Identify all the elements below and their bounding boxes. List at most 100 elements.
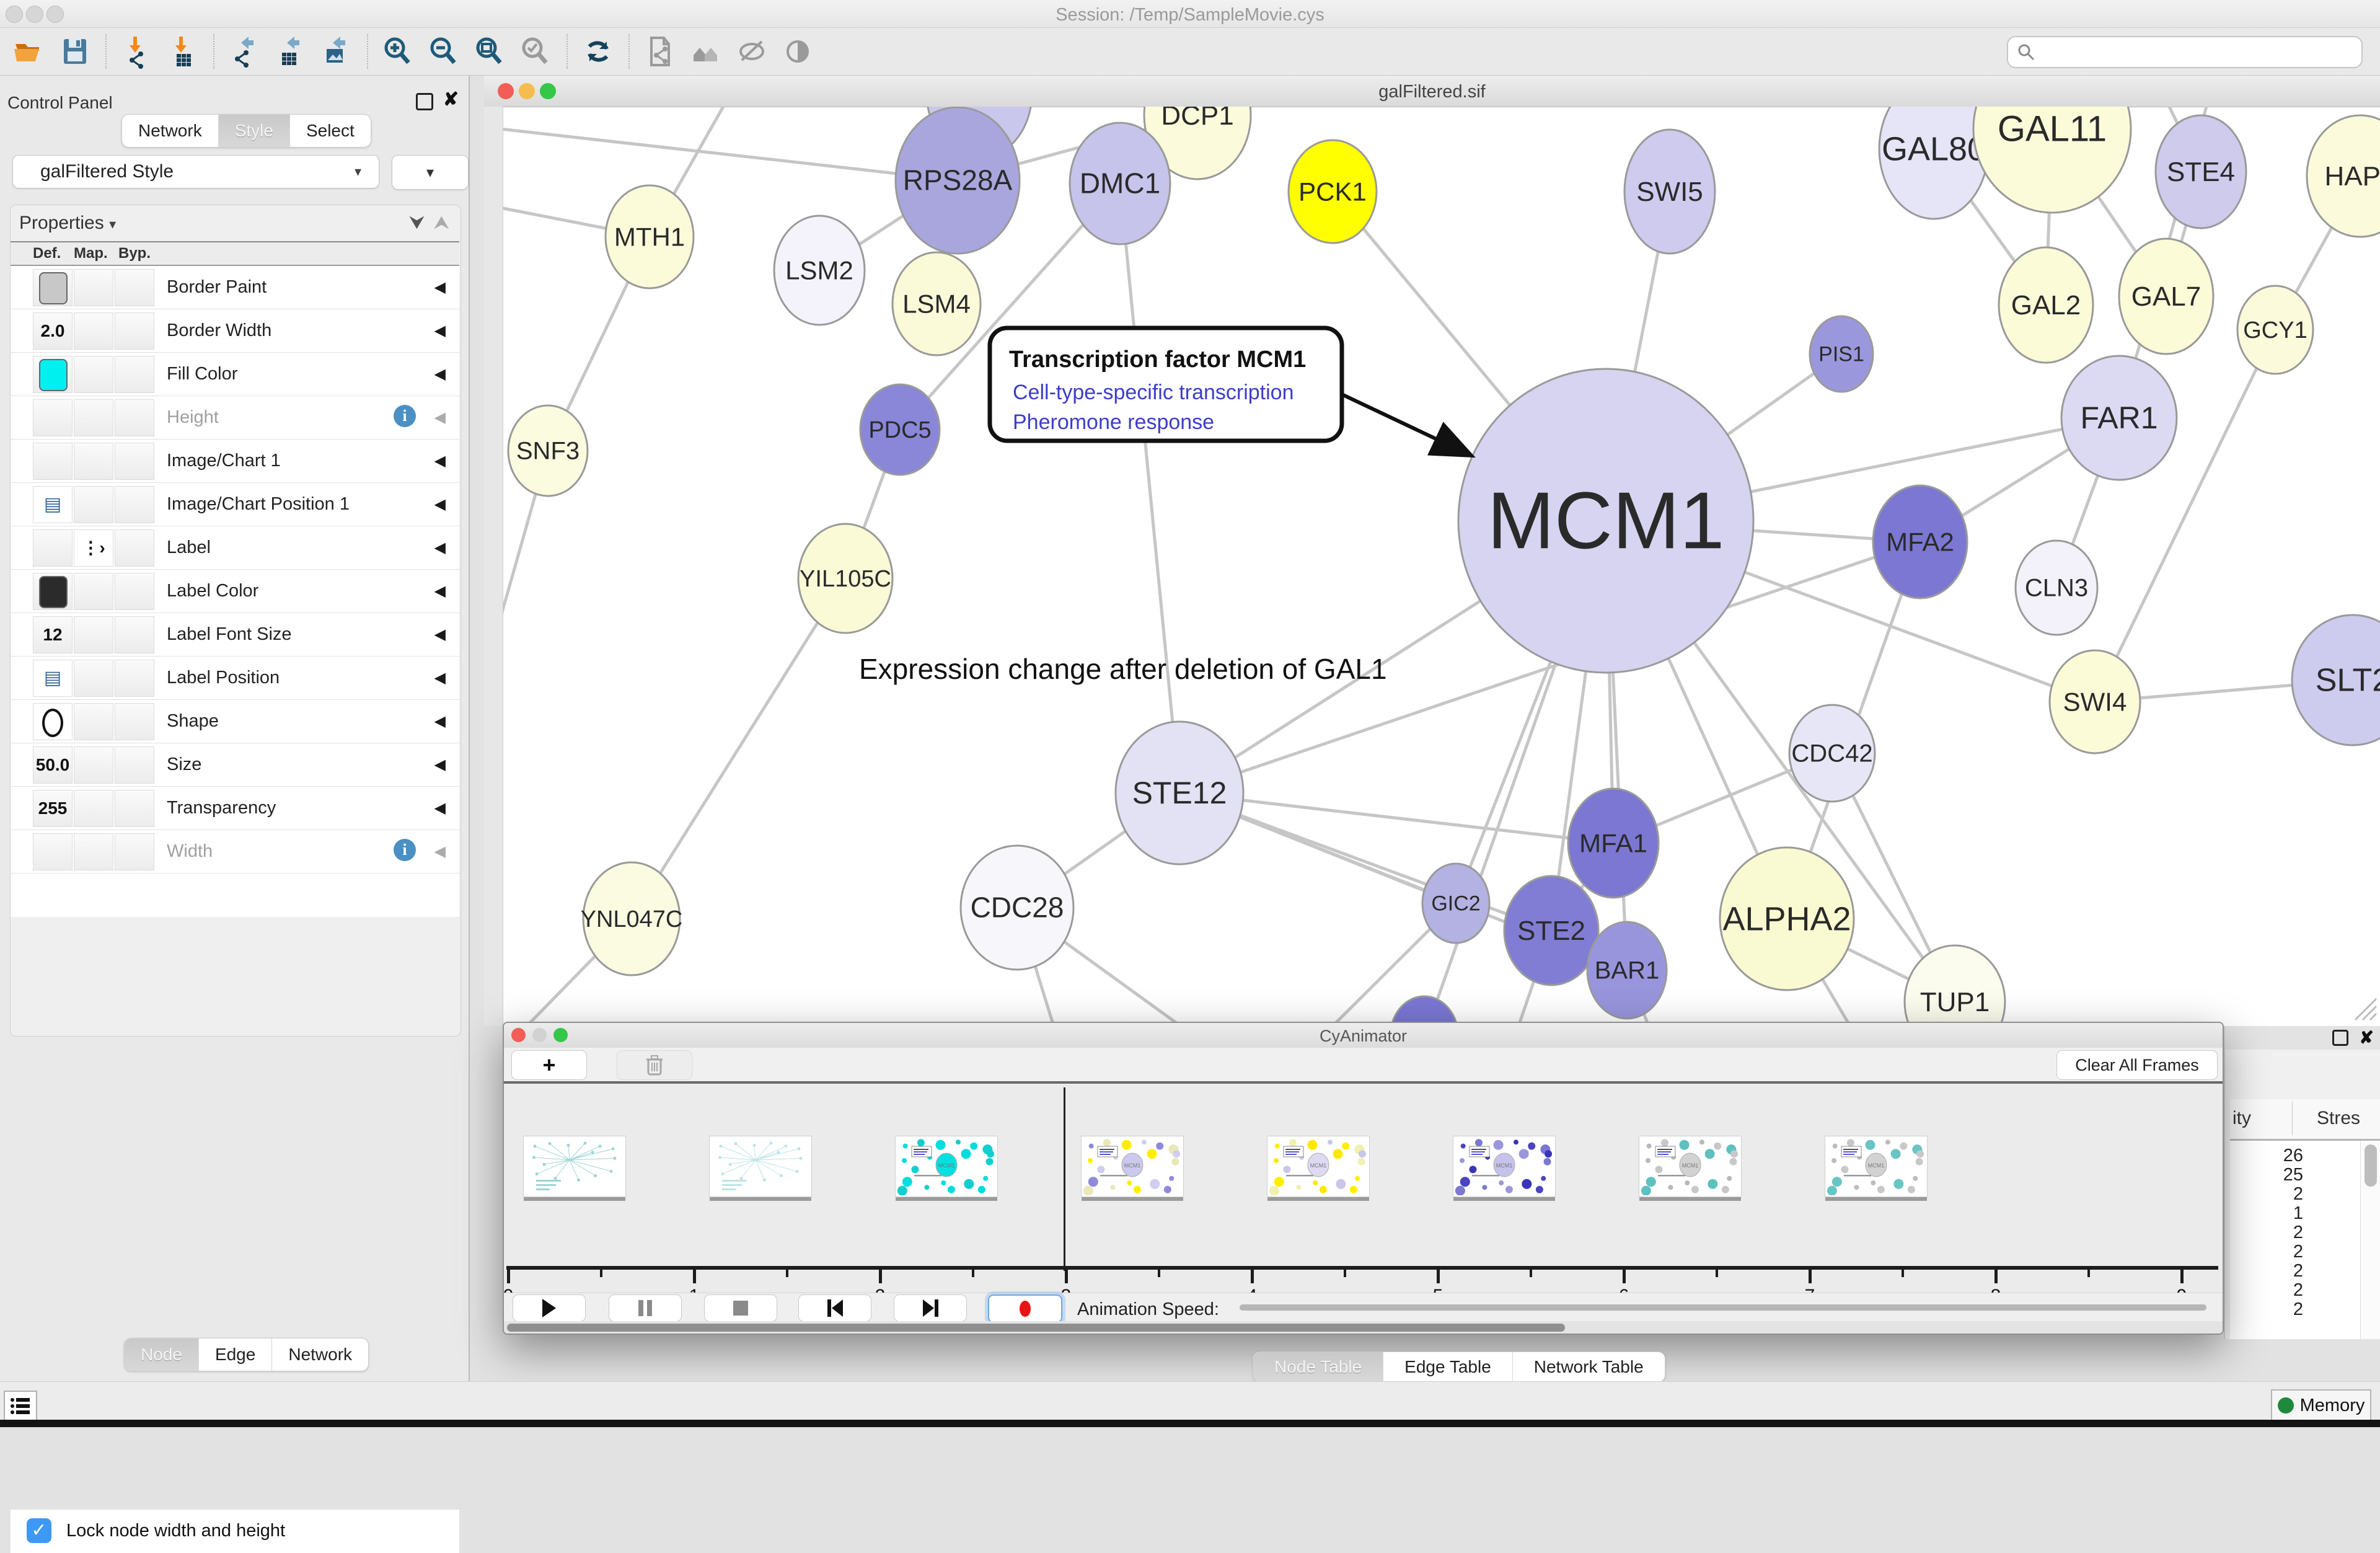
property-row-label[interactable]: ⋮›Label◀ [11, 526, 459, 570]
table-cell[interactable]: 2 [2229, 1223, 2303, 1243]
memory-button[interactable]: Memory [2271, 1389, 2371, 1422]
frame-thumbnail-3[interactable]: MCM1 [1081, 1136, 1184, 1197]
network-node-mcm1[interactable]: MCM1 [1458, 369, 1753, 673]
export-network-button[interactable] [226, 33, 263, 70]
network-node-ste2[interactable]: STE2 [1504, 876, 1598, 985]
network-node-swi4[interactable]: SWI4 [2050, 650, 2140, 753]
stop-button[interactable] [704, 1294, 777, 1322]
timeline-playhead[interactable] [1064, 1087, 1065, 1271]
tab-edge-table[interactable]: Edge Table [1383, 1352, 1513, 1382]
frame-thumbnail-6[interactable]: MCM1 [1639, 1136, 1742, 1197]
frame-thumbnail-5[interactable]: MCM1 [1453, 1136, 1556, 1197]
tab-node-table[interactable]: Node Table [1253, 1352, 1383, 1382]
table-scrollbar[interactable] [2360, 1141, 2380, 1339]
property-row-image-chart-position-1[interactable]: ▤Image/Chart Position 1◀ [11, 483, 459, 526]
animation-speed-slider[interactable] [1240, 1304, 2206, 1311]
lock-node-size-checkbox[interactable]: ✓ [27, 1518, 51, 1543]
network-node-cdc42[interactable]: CDC42 [1789, 705, 1875, 802]
network-node-gic2[interactable]: GIC2 [1422, 864, 1489, 943]
table-cell[interactable]: 2 [2229, 1184, 2303, 1205]
network-node-pck1[interactable]: PCK1 [1289, 140, 1377, 243]
tab-network-table[interactable]: Network Table [1513, 1352, 1665, 1382]
network-node-rps28a[interactable]: RPS28A [896, 107, 1020, 254]
network-node-gal11[interactable]: GAL11 [1973, 107, 2131, 213]
scrollbar-thumb[interactable] [507, 1324, 1565, 1332]
network-node-hap2[interactable]: HAP2 [2307, 115, 2380, 237]
search-input[interactable] [2035, 42, 2335, 63]
export-image-button[interactable] [318, 33, 355, 70]
task-history-button[interactable] [4, 1391, 37, 1422]
network-node-swi5[interactable]: SWI5 [1624, 130, 1715, 254]
tab-network[interactable]: Network [122, 115, 219, 147]
property-row-label-color[interactable]: Label Color◀ [11, 570, 459, 613]
network-canvas[interactable]: RPS28BDCP1RPS28ADMC1PCK1MTH1LSM2LSM4SNF3… [503, 107, 2380, 1026]
network-node-pis1[interactable]: PIS1 [1810, 316, 1873, 392]
info-icon[interactable]: i [394, 839, 416, 861]
import-network-button[interactable] [118, 33, 156, 70]
table-cell[interactable]: 26 [2229, 1146, 2303, 1166]
float-panel-icon[interactable] [416, 93, 433, 110]
tab-edge[interactable]: Edge [199, 1338, 272, 1371]
network-node-lsm4[interactable]: LSM4 [892, 252, 981, 355]
frames-timeline[interactable]: MCM1MCM1MCM1MCM1MCM1MCM1 0123456789 Seco… [504, 1084, 2223, 1293]
network-node-mth1[interactable]: MTH1 [606, 185, 694, 288]
tab-select[interactable]: Select [290, 115, 371, 147]
property-row-border-paint[interactable]: Border Paint◀ [11, 266, 459, 309]
close-table-icon[interactable]: ✘ [2360, 1032, 2374, 1044]
import-table-button[interactable] [164, 33, 201, 70]
property-row-shape[interactable]: Shape◀ [11, 700, 459, 743]
network-node-ste4[interactable]: STE4 [2156, 115, 2246, 228]
property-row-transparency[interactable]: 255Transparency◀ [11, 787, 459, 830]
frame-thumbnail-2[interactable]: MCM1 [895, 1136, 998, 1197]
table-column-ity[interactable]: ity [2232, 1108, 2251, 1129]
network-node-slt2[interactable]: SLT2 [2292, 615, 2380, 745]
network-node-snf3[interactable]: SNF3 [508, 405, 588, 496]
tab-node[interactable]: Node [125, 1338, 199, 1371]
property-row-label-font-size[interactable]: 12Label Font Size◀ [11, 613, 459, 657]
table-cell[interactable]: 1 [2229, 1203, 2303, 1224]
record-button[interactable] [988, 1294, 1062, 1323]
frame-thumbnail-7[interactable]: MCM1 [1825, 1136, 1928, 1197]
network-node-dmc1[interactable]: DMC1 [1070, 123, 1170, 244]
style-options-button[interactable]: ▾ [392, 155, 469, 190]
network-node-ste12[interactable]: STE12 [1116, 722, 1243, 864]
network-node-lsm2[interactable]: LSM2 [774, 216, 865, 325]
float-table-icon[interactable] [2332, 1030, 2348, 1046]
frame-thumbnail-4[interactable]: MCM1 [1267, 1136, 1370, 1197]
network-node-yil105c[interactable]: YIL105C [798, 524, 892, 633]
network-node-alpha2[interactable]: ALPHA2 [1720, 847, 1854, 990]
property-row-image-chart-1[interactable]: Image/Chart 1◀ [11, 440, 459, 483]
property-row-height[interactable]: Heighti◀ [11, 396, 459, 440]
table-cell[interactable]: 2 [2229, 1261, 2303, 1281]
property-row-fill-color[interactable]: Fill Color◀ [11, 353, 459, 396]
style-selector-dropdown[interactable]: galFiltered Style ▾ [12, 155, 379, 188]
frame-thumbnail-0[interactable] [523, 1136, 626, 1197]
network-node-pdc5[interactable]: PDC5 [860, 384, 940, 475]
frame-thumbnail-1[interactable] [709, 1136, 812, 1197]
skip-end-button[interactable] [894, 1294, 967, 1322]
resize-grip-icon[interactable] [2349, 993, 2378, 1021]
play-button[interactable] [513, 1294, 586, 1322]
table-cell[interactable]: 25 [2229, 1165, 2303, 1185]
export-table-button[interactable] [272, 33, 309, 70]
tab-style[interactable]: Style [219, 115, 290, 147]
table-cell[interactable]: 2 [2229, 1242, 2303, 1262]
property-row-size[interactable]: 50.0Size◀ [11, 743, 459, 787]
network-node-ynl047c[interactable]: YNL047C [581, 862, 683, 975]
property-row-border-width[interactable]: 2.0Border Width◀ [11, 309, 459, 353]
pause-button[interactable] [609, 1294, 682, 1322]
network-node-cdc28[interactable]: CDC28 [961, 846, 1073, 970]
network-node-gal2[interactable]: GAL2 [1999, 247, 2093, 363]
property-row-label-position[interactable]: ▤Label Position◀ [11, 657, 459, 700]
close-panel-icon[interactable]: ✘ [443, 93, 459, 110]
network-node-cln3[interactable]: CLN3 [2016, 541, 2097, 635]
open-session-button[interactable] [11, 33, 48, 70]
network-node-mfa1[interactable]: MFA1 [1568, 789, 1659, 898]
search-field[interactable] [2007, 36, 2363, 68]
refresh-layout-button[interactable] [580, 33, 617, 70]
info-icon[interactable]: i [394, 405, 416, 427]
zoom-in-button[interactable] [380, 33, 417, 70]
network-node-bar1[interactable]: BAR1 [1587, 922, 1667, 1019]
table-cell[interactable]: 2 [2229, 1299, 2303, 1320]
network-node-far1[interactable]: FAR1 [2061, 356, 2177, 480]
